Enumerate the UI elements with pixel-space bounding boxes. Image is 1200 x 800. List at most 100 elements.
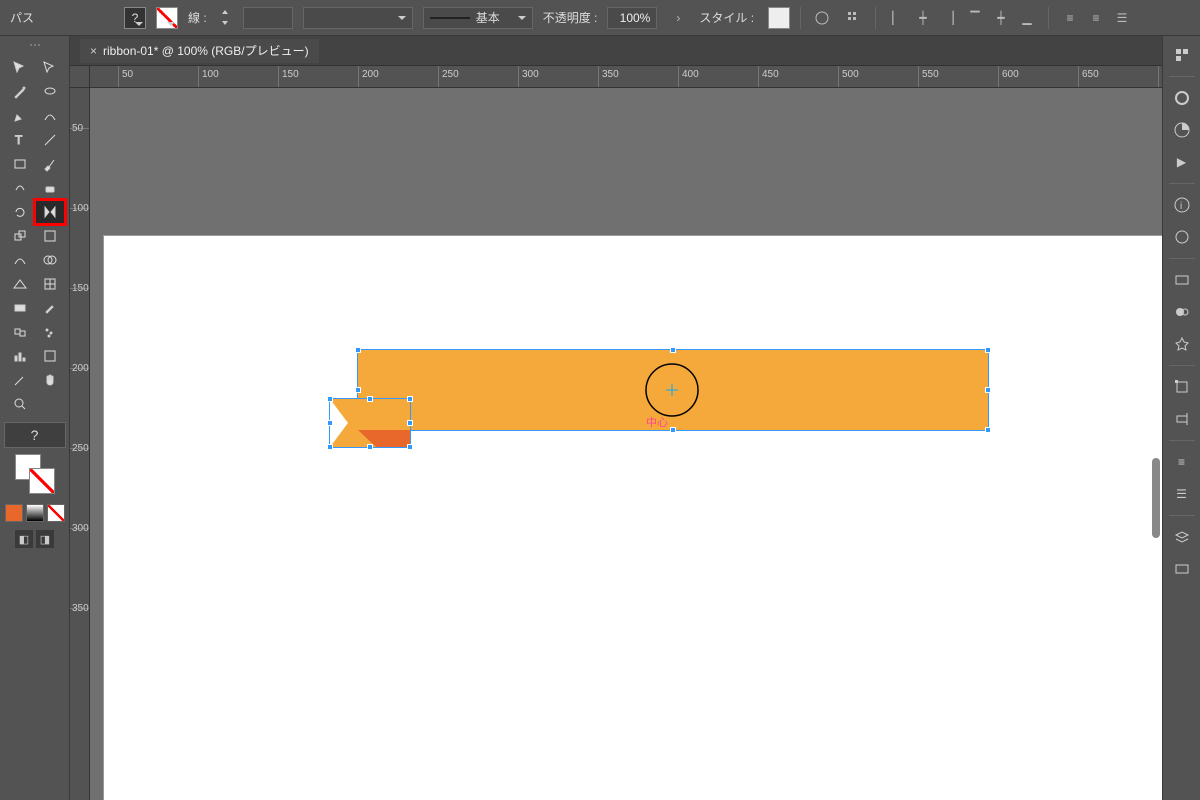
- blend-tool[interactable]: [5, 320, 35, 344]
- question-icon: ?: [132, 11, 139, 25]
- shaper-tool[interactable]: [5, 176, 35, 200]
- align-left-icon[interactable]: ▏: [886, 7, 908, 29]
- stroke-swatch[interactable]: [156, 7, 178, 29]
- selection-handle[interactable]: [367, 396, 373, 402]
- layers-panel-icon[interactable]: [1171, 526, 1193, 548]
- reflect-tool[interactable]: [35, 200, 65, 224]
- artboard-tool[interactable]: [35, 344, 65, 368]
- document-tab[interactable]: × ribbon-01* @ 100% (RGB/プレビュー): [80, 39, 319, 63]
- color-panel-icon[interactable]: [1171, 87, 1193, 109]
- selection-handle[interactable]: [985, 347, 991, 353]
- vertical-ruler[interactable]: 50100150200250300350: [70, 88, 90, 800]
- properties-panel-icon[interactable]: [1171, 44, 1193, 66]
- symbols-panel-icon[interactable]: [1171, 333, 1193, 355]
- align-buttons: ▏ ┿ ▕ ▔ ┿ ▁: [886, 7, 1038, 29]
- stroke-weight-stepper[interactable]: [217, 7, 233, 29]
- line-segment-tool[interactable]: [35, 128, 65, 152]
- rotate-tool[interactable]: [5, 200, 35, 224]
- isolate-icon[interactable]: ☰: [1111, 7, 1133, 29]
- swatches-panel-icon[interactable]: [1171, 269, 1193, 291]
- none-mode-button[interactable]: [47, 504, 65, 522]
- selection-handle[interactable]: [407, 396, 413, 402]
- canvas[interactable]: 中心: [90, 88, 1162, 800]
- selection-handle[interactable]: [355, 387, 361, 393]
- variable-width-profile[interactable]: [303, 7, 413, 29]
- opacity-input[interactable]: 100%: [607, 7, 657, 29]
- selection-handle[interactable]: [407, 444, 413, 450]
- selection-handle[interactable]: [355, 347, 361, 353]
- panel-drag-handle[interactable]: [23, 44, 47, 50]
- fill-swatch[interactable]: ?: [124, 7, 146, 29]
- asset-export-panel-icon[interactable]: [1171, 558, 1193, 580]
- appearance-panel-icon[interactable]: ≡: [1171, 451, 1193, 473]
- gradient-tool[interactable]: [5, 296, 35, 320]
- direct-selection-tool[interactable]: [35, 56, 65, 80]
- scale-tool[interactable]: [5, 224, 35, 248]
- selection-handle[interactable]: [327, 420, 333, 426]
- paintbrush-tool[interactable]: [35, 152, 65, 176]
- recolor-icon[interactable]: [811, 7, 833, 29]
- draw-behind-button[interactable]: ◨: [36, 530, 54, 548]
- gradient-mode-button[interactable]: [26, 504, 44, 522]
- draw-normal-button[interactable]: ◧: [15, 530, 33, 548]
- selection-handle[interactable]: [407, 420, 413, 426]
- zoom-tool[interactable]: [5, 392, 35, 416]
- color-guide-panel-icon[interactable]: [1171, 119, 1193, 141]
- tools-panel: T: [0, 36, 70, 800]
- selection-handle[interactable]: [985, 427, 991, 433]
- distribute-v-icon[interactable]: ≡: [1085, 7, 1107, 29]
- ruler-origin[interactable]: [70, 66, 90, 88]
- info-panel-icon[interactable]: i: [1171, 194, 1193, 216]
- ribbon-tail-shape[interactable]: [330, 399, 410, 447]
- align-to-pixel-icon[interactable]: [843, 7, 865, 29]
- perspective-grid-tool[interactable]: [5, 272, 35, 296]
- edit-toolbar-button[interactable]: ?: [4, 422, 66, 448]
- distribute-h-icon[interactable]: ≡: [1059, 7, 1081, 29]
- align-hcenter-icon[interactable]: ┿: [912, 7, 934, 29]
- magic-wand-tool[interactable]: [5, 80, 35, 104]
- shape-builder-tool[interactable]: [35, 248, 65, 272]
- lasso-tool[interactable]: [35, 80, 65, 104]
- selection-handle[interactable]: [327, 444, 333, 450]
- align-top-icon[interactable]: ▔: [964, 7, 986, 29]
- vertical-scrollbar-thumb[interactable]: [1152, 458, 1160, 538]
- selection-handle[interactable]: [985, 387, 991, 393]
- align-right-icon[interactable]: ▕: [938, 7, 960, 29]
- stroke-weight-input[interactable]: [243, 7, 293, 29]
- selection-tool[interactable]: [5, 56, 35, 80]
- symbol-sprayer-tool[interactable]: [35, 320, 65, 344]
- libraries-panel-icon[interactable]: ▶: [1171, 151, 1193, 173]
- align-bottom-icon[interactable]: ▁: [1016, 7, 1038, 29]
- graphic-styles-panel-icon[interactable]: ☰: [1171, 483, 1193, 505]
- type-tool[interactable]: T: [5, 128, 35, 152]
- opacity-arrow-icon[interactable]: ›: [667, 7, 689, 29]
- color-mode-button[interactable]: [5, 504, 23, 522]
- slice-tool[interactable]: [5, 368, 35, 392]
- rectangle-tool[interactable]: [5, 152, 35, 176]
- transform-panel-icon[interactable]: [1171, 376, 1193, 398]
- mesh-tool[interactable]: [35, 272, 65, 296]
- column-graph-tool[interactable]: [5, 344, 35, 368]
- stroke-indicator[interactable]: [29, 468, 55, 494]
- close-tab-icon[interactable]: ×: [90, 44, 97, 58]
- horizontal-ruler[interactable]: 5010015020025030035040045050055060065070…: [90, 66, 1162, 88]
- curvature-tool[interactable]: [35, 104, 65, 128]
- free-transform-tool[interactable]: [35, 224, 65, 248]
- selection-handle[interactable]: [327, 396, 333, 402]
- graphic-style-swatch[interactable]: [768, 7, 790, 29]
- selection-handle[interactable]: [367, 444, 373, 450]
- brushes-panel-icon[interactable]: [1171, 301, 1193, 323]
- hand-tool[interactable]: [35, 368, 65, 392]
- align-vcenter-icon[interactable]: ┿: [990, 7, 1012, 29]
- width-tool[interactable]: [5, 248, 35, 272]
- eraser-tool[interactable]: [35, 176, 65, 200]
- stroke-panel-icon[interactable]: [1171, 226, 1193, 248]
- pen-tool[interactable]: [5, 104, 35, 128]
- brush-definition[interactable]: 基本: [423, 7, 533, 29]
- fill-stroke-indicator[interactable]: [15, 454, 55, 494]
- selection-handle[interactable]: [670, 347, 676, 353]
- reflect-center-mark[interactable]: 中心: [642, 360, 702, 420]
- selection-handle[interactable]: [670, 427, 676, 433]
- align-panel-icon[interactable]: [1171, 408, 1193, 430]
- eyedropper-tool[interactable]: [35, 296, 65, 320]
